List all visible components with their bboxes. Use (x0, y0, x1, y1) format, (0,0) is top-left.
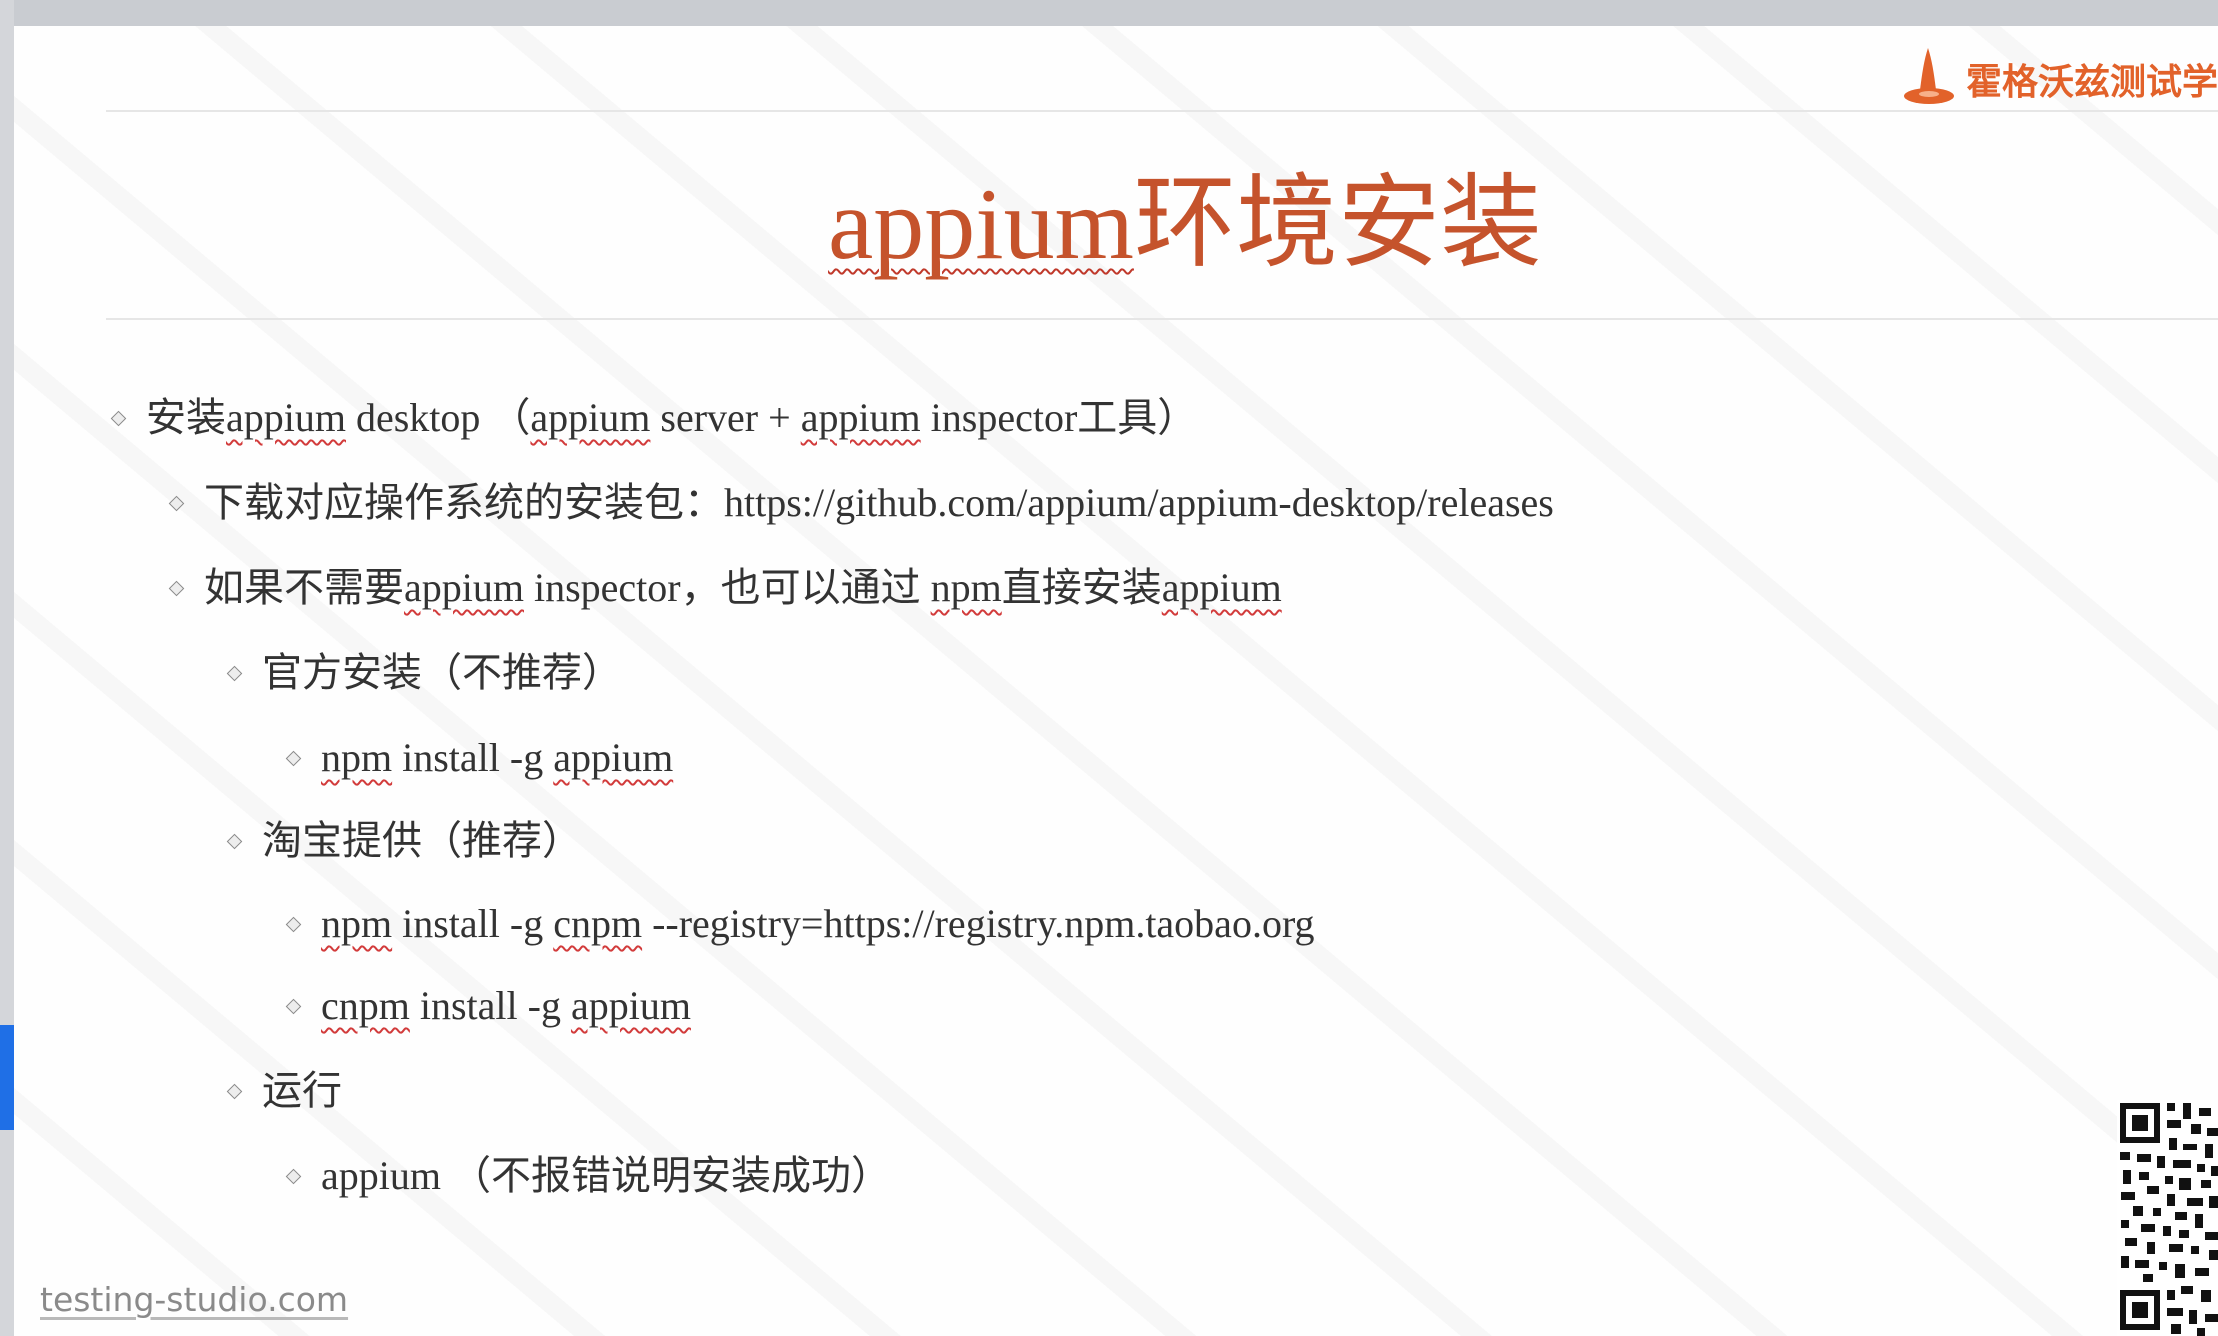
bullet-item-level-3: 官方安装（不推荐） (228, 647, 622, 699)
bullet-item-level-1: 安装appium desktop （appium server + appium… (112, 392, 1197, 444)
slide-page: 霍格沃兹测试学 appium环境安装 安装appium desktop （app… (0, 0, 2218, 1336)
bullet-text: 如果不需要appium inspector，也可以通过 npm直接安装appiu… (204, 562, 1282, 614)
spellcheck-word: appium (570, 983, 691, 1028)
title-divider (106, 318, 2218, 320)
bullet-text: 淘宝提供（推荐） (262, 815, 582, 867)
footer-site-link[interactable]: testing-studio.com (40, 1280, 348, 1319)
wizard-hat-icon (1903, 48, 1954, 104)
diamond-bullet-icon (112, 412, 124, 424)
text-run: 下载对应操作系统的安装包：https://github.com/appium/a… (204, 480, 1554, 525)
bullet-item-level-2: 下载对应操作系统的安装包：https://github.com/appium/a… (170, 477, 1554, 529)
spellcheck-word: appium (530, 395, 651, 440)
bullet-item-level-4: cnpm install -g appium (287, 980, 691, 1032)
spellcheck-word: npm (930, 565, 1002, 610)
qr-code-icon (2117, 1100, 2218, 1336)
text-run: desktop （ (345, 395, 531, 440)
slide-title-suffix: 环境安装 (1133, 168, 1542, 281)
bullet-item-level-3: 淘宝提供（推荐） (228, 815, 582, 867)
diamond-bullet-icon (170, 582, 182, 594)
text-run: install -g (392, 901, 554, 946)
text-run: inspector，也可以通过 (523, 565, 931, 610)
bullet-item-level-4: npm install -g cnpm --registry=https://r… (287, 898, 1315, 950)
spellcheck-word: appium (553, 735, 674, 780)
diamond-bullet-icon (228, 667, 240, 679)
diamond-bullet-icon (287, 1170, 299, 1182)
bullet-text: 运行 (262, 1065, 342, 1117)
brand-logo: 霍格沃兹测试学 (1902, 44, 2218, 114)
diamond-bullet-icon (287, 1000, 299, 1012)
diamond-bullet-icon (228, 835, 240, 847)
text-run: 如果不需要 (204, 565, 404, 610)
text-run: appium （不报错说明安装成功） (321, 1153, 891, 1198)
slide-title: appium环境安装 (0, 160, 2218, 290)
text-run: 安装 (146, 395, 226, 440)
bullet-text: npm install -g cnpm --registry=https://r… (321, 898, 1315, 950)
bullet-text: 官方安装（不推荐） (262, 647, 622, 699)
bullet-text: npm install -g appium (321, 732, 673, 784)
spellcheck-word: appium (226, 395, 346, 440)
brand-name: 霍格沃兹测试学 (1965, 62, 2218, 103)
spellcheck-word: appium (404, 565, 524, 610)
left-edge-accent[interactable] (0, 1025, 14, 1130)
slide-title-prefix: appium (828, 168, 1134, 281)
spellcheck-word: appium (800, 395, 921, 440)
text-run: inspector工具） (920, 395, 1198, 440)
spellcheck-word: cnpm (321, 983, 410, 1028)
diamond-bullet-icon (287, 918, 299, 930)
window-top-bar (0, 0, 2218, 26)
bullet-item-level-2: 如果不需要appium inspector，也可以通过 npm直接安装appiu… (170, 562, 1282, 614)
diamond-bullet-icon (228, 1085, 240, 1097)
spellcheck-word: appium (1161, 565, 1282, 610)
bullet-item-level-4: appium （不报错说明安装成功） (287, 1150, 891, 1202)
text-run: server + (650, 395, 801, 440)
diamond-bullet-icon (287, 752, 299, 764)
text-run: install -g (392, 735, 554, 780)
spellcheck-word: npm (321, 735, 393, 780)
bullet-item-level-4: npm install -g appium (287, 732, 673, 784)
diamond-bullet-icon (170, 497, 182, 509)
bullet-text: cnpm install -g appium (321, 980, 691, 1032)
text-run: 直接安装 (1001, 565, 1162, 610)
bullet-item-level-3: 运行 (228, 1065, 342, 1117)
text-run: 运行 (262, 1068, 342, 1113)
bullet-text: 安装appium desktop （appium server + appium… (146, 392, 1197, 444)
text-run: --registry=https://registry.npm.taobao.o… (642, 901, 1315, 946)
text-run: 官方安装（不推荐） (262, 650, 622, 695)
bullet-text: appium （不报错说明安装成功） (321, 1150, 891, 1202)
spellcheck-word: npm (321, 901, 393, 946)
text-run: install -g (409, 983, 571, 1028)
spellcheck-word: cnpm (553, 901, 643, 946)
bullet-text: 下载对应操作系统的安装包：https://github.com/appium/a… (204, 477, 1554, 529)
text-run: 淘宝提供（推荐） (262, 818, 582, 863)
